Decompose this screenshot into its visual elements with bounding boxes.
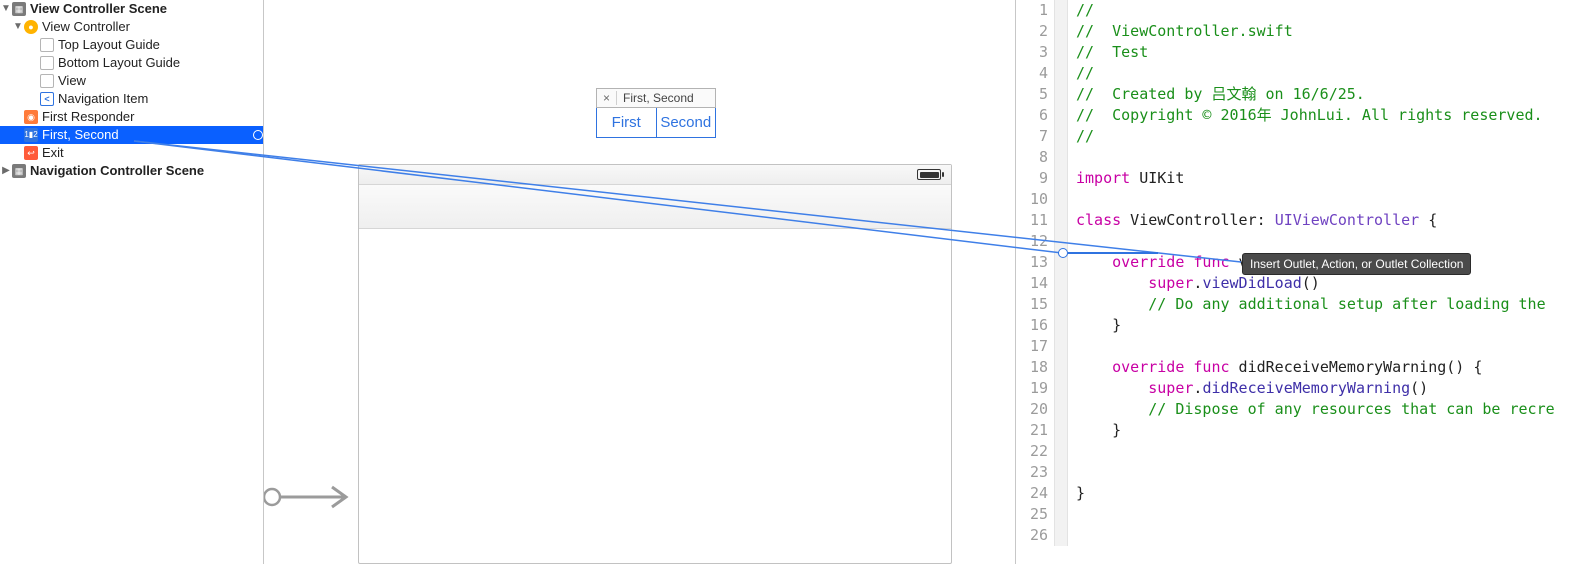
code-line: } [1068,315,1121,336]
code-line [1068,147,1076,168]
line-number: 15 [1016,294,1054,315]
top-layout-guide-label: Top Layout Guide [58,36,263,54]
code-line: } [1068,483,1085,504]
line-number: 11 [1016,210,1054,231]
code-line: // Created by 吕文翰 on 16/6/25. [1076,85,1365,103]
segmented-control-icon: 1▮2 [24,128,38,142]
line-number: 5 [1016,84,1054,105]
line-number: 7 [1016,126,1054,147]
outline-row-top-layout-guide[interactable]: Top Layout Guide [0,36,263,54]
line-number: 24 [1016,483,1054,504]
exit-icon: ↩ [24,146,38,160]
scene-row-navigation-controller-scene[interactable]: ▶ ▦ Navigation Controller Scene [0,162,263,180]
connection-tooltip: Insert Outlet, Action, or Outlet Collect… [1242,253,1471,275]
navigation-item-label: Navigation Item [58,90,263,108]
status-bar [359,165,951,185]
floating-segmented-control[interactable]: × First, Second First Second [596,88,716,138]
segment-second[interactable]: Second [656,108,716,137]
code-line [1068,189,1076,210]
nav-scene-label: Navigation Controller Scene [30,162,263,180]
connection-drag-handle-icon[interactable] [253,130,263,140]
line-number: 26 [1016,525,1054,546]
first-responder-label: First Responder [42,108,263,126]
view-controller-icon: ● [24,20,38,34]
segmented-widget-title: First, Second [617,91,715,105]
storyboard-scene-icon: ▦ [12,164,26,178]
code-line [1068,462,1076,483]
view-label: View [58,72,263,90]
line-number: 9 [1016,168,1054,189]
line-number: 1 [1016,0,1054,21]
outline-row-view[interactable]: View [0,72,263,90]
scene-label: View Controller Scene [30,0,263,18]
interface-builder-canvas[interactable]: × First, Second First Second ● ◉ 1▮2 ↩ [264,0,1016,564]
navigation-item-icon: < [40,92,54,106]
segment-first[interactable]: First [597,108,656,137]
line-number: 25 [1016,504,1054,525]
battery-icon [917,169,941,180]
outline-row-first-responder[interactable]: ◉ First Responder [0,108,263,126]
navigation-bar-preview [359,185,951,229]
line-number: 14 [1016,273,1054,294]
device-preview[interactable] [358,164,952,564]
line-number: 21 [1016,420,1054,441]
line-number: 18 [1016,357,1054,378]
code-line: // [1076,1,1094,19]
line-number: 10 [1016,189,1054,210]
code-line: } [1068,420,1121,441]
line-number: 4 [1016,63,1054,84]
code-line: // [1076,127,1094,145]
line-number: 13 [1016,252,1054,273]
line-number: 19 [1016,378,1054,399]
line-number: 20 [1016,399,1054,420]
line-number: 12 [1016,231,1054,252]
outline-row-exit[interactable]: ↩ Exit [0,144,263,162]
view-icon [40,74,54,88]
line-number: 23 [1016,462,1054,483]
outline-row-segmented-control[interactable]: 1▮2 First, Second [0,126,263,144]
segue-arrow-icon [264,485,359,515]
first-responder-icon: ◉ [24,110,38,124]
code-line: // [1076,64,1094,82]
bottom-layout-guide-label: Bottom Layout Guide [58,54,263,72]
line-number: 22 [1016,441,1054,462]
line-number: 3 [1016,42,1054,63]
view-controller-label: View Controller [42,18,263,36]
layout-guide-icon [40,56,54,70]
document-outline[interactable]: ▼ ▦ View Controller Scene ▼ ● View Contr… [0,0,264,564]
scene-row-view-controller-scene[interactable]: ▼ ▦ View Controller Scene [0,0,263,18]
close-icon[interactable]: × [597,91,617,105]
segmented-control-label: First, Second [42,126,249,144]
insertion-marker-icon [1058,248,1068,258]
code-line [1068,525,1076,546]
line-number: 17 [1016,336,1054,357]
outline-row-view-controller[interactable]: ▼ ● View Controller [0,18,263,36]
outline-row-bottom-layout-guide[interactable]: Bottom Layout Guide [0,54,263,72]
storyboard-scene-icon: ▦ [12,2,26,16]
code-line [1068,336,1076,357]
layout-guide-icon [40,38,54,52]
insertion-bar [1068,252,1158,254]
line-number: 6 [1016,105,1054,126]
source-editor[interactable]: 1// 2// ViewController.swift 3// Test 4/… [1016,0,1573,564]
code-line: // Copyright © 2016年 JohnLui. All rights… [1076,106,1543,124]
code-line [1068,441,1076,462]
segmented-control-widget[interactable]: First Second [596,108,716,138]
line-number: 8 [1016,147,1054,168]
exit-label: Exit [42,144,263,162]
line-number: 16 [1016,315,1054,336]
line-number: 2 [1016,21,1054,42]
outline-row-navigation-item[interactable]: < Navigation Item [0,90,263,108]
code-line [1068,504,1076,525]
code-line [1068,231,1076,252]
